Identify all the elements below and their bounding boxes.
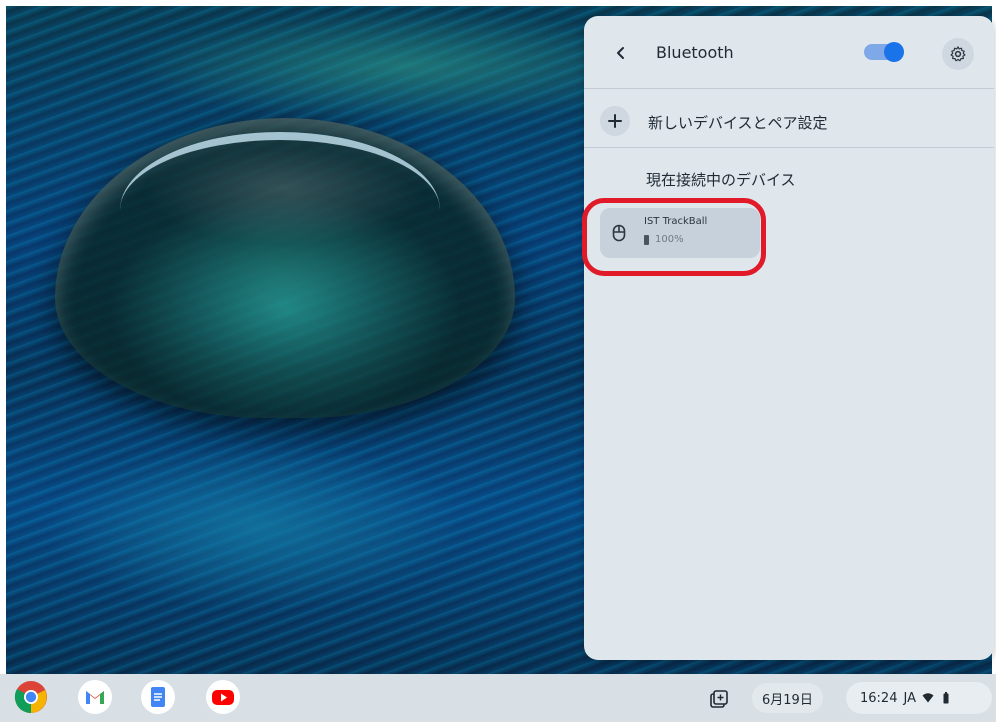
panel-header: Bluetooth (584, 16, 994, 88)
battery-status-icon (943, 692, 949, 704)
connected-devices-heading: 現在接続中のデバイス (646, 171, 796, 189)
docs-icon[interactable] (141, 680, 175, 714)
bluetooth-settings-button[interactable] (942, 38, 974, 70)
clock-time: 16:24 (860, 690, 898, 706)
pair-new-device-button[interactable]: 新しいデバイスとペア設定 (596, 102, 982, 142)
wifi-icon (922, 693, 934, 703)
bluetooth-toggle-knob[interactable] (884, 42, 904, 62)
panel-title: Bluetooth (656, 43, 734, 62)
bluetooth-quick-settings-panel: Bluetooth 新しいデバイスとペア設定 現在接続中のデバイス IST Tr… (584, 16, 994, 660)
holding-space-icon[interactable] (708, 688, 730, 710)
section-divider (584, 147, 994, 148)
date-tray-button[interactable]: 6月19日 (752, 683, 823, 713)
youtube-icon[interactable] (206, 680, 240, 714)
device-highlight-annotation (582, 198, 766, 276)
status-area-button[interactable]: 16:24 JA (846, 682, 992, 714)
gmail-icon[interactable] (78, 680, 112, 714)
chrome-icon[interactable] (14, 680, 48, 714)
shelf: 6月19日 16:24 JA (0, 674, 996, 722)
back-button[interactable] (608, 40, 634, 66)
plus-icon (600, 106, 630, 136)
pair-new-device-label: 新しいデバイスとペア設定 (648, 114, 828, 132)
gear-icon (950, 46, 966, 62)
header-divider (584, 88, 994, 89)
ime-indicator: JA (903, 690, 916, 706)
chevron-left-icon (617, 47, 624, 59)
